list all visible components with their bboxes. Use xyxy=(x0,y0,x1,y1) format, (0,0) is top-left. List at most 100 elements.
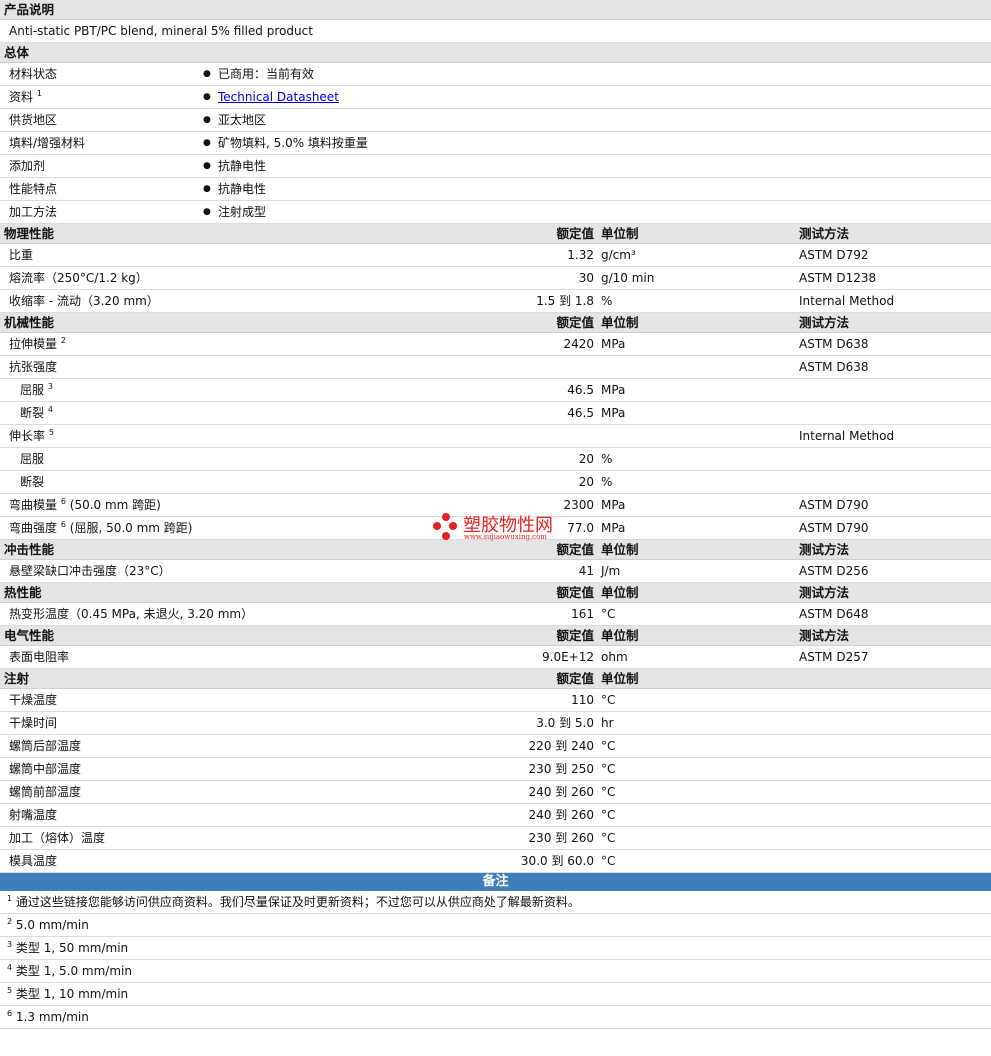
note-item: 5 类型 1, 10 mm/min xyxy=(0,983,991,1006)
test-method: ASTM D256 xyxy=(799,564,869,578)
bullet-icon: ● xyxy=(203,138,211,148)
property-row: 热变形温度（0.45 MPa, 未退火, 3.20 mm） 161 °C ASTM D… xyxy=(0,603,991,626)
property-unit: °C xyxy=(601,762,616,776)
property-label: 射嘴温度 xyxy=(9,804,57,826)
note-number: 6 xyxy=(7,1009,13,1018)
product-description-header: 产品说明 xyxy=(0,0,991,20)
property-unit: °C xyxy=(601,607,616,621)
label-text: 加工（熔体）温度 xyxy=(9,831,106,845)
note-text: 通过这些链接您能够访问供应商资料。我们尽量保证及时更新资料；不过您可以从供应商处… xyxy=(15,895,580,909)
property-row: 干燥温度 110 °C xyxy=(0,689,991,712)
section-header: 热性能 额定值 单位制 测试方法 xyxy=(0,583,991,603)
section-title: 物理性能 xyxy=(4,226,55,241)
property-sections: 物理性能 额定值 单位制 测试方法 比重 1.32 g/cm³ ASTM D792 熔流率（25… xyxy=(0,224,991,873)
test-method: ASTM D638 xyxy=(799,337,869,351)
general-value: 已商用：当前有效 xyxy=(218,67,315,81)
label-text: 性能特点 xyxy=(9,182,58,196)
property-value: 2300 xyxy=(563,498,594,512)
label-text: 弯曲模量 xyxy=(9,498,58,512)
label-text: 射嘴温度 xyxy=(9,808,58,822)
property-value: 20 xyxy=(578,475,594,489)
note-number: 3 xyxy=(7,940,13,949)
test-method: ASTM D790 xyxy=(799,521,869,535)
label-text: 拉伸模量 xyxy=(9,337,58,351)
property-value: 9.0E+12 xyxy=(542,650,594,664)
property-label: 比重 xyxy=(9,244,33,266)
section-title: 注射 xyxy=(4,671,30,686)
watermark-dots-icon xyxy=(433,513,459,543)
note-text: 类型 1, 10 mm/min xyxy=(15,987,129,1001)
general-label: 供货地区 xyxy=(9,109,57,131)
col-header-unit: 单位制 xyxy=(601,585,639,600)
property-unit: g/10 min xyxy=(601,271,655,285)
property-unit: °C xyxy=(601,854,616,868)
note-text: 5.0 mm/min xyxy=(15,918,89,932)
property-value: 230 到 250 xyxy=(528,762,594,776)
general-row: 材料状态 ● 已商用：当前有效 xyxy=(0,63,991,86)
property-value: 46.5 xyxy=(567,383,594,397)
property-row: 表面电阻率 9.0E+12 ohm ASTM D257 xyxy=(0,646,991,669)
property-unit: MPa xyxy=(601,383,626,397)
property-unit: % xyxy=(601,452,613,466)
notes-header: 备注 xyxy=(0,873,991,891)
label-text: 热变形温度（0.45 MPa, 未退火, 3.20 mm） xyxy=(9,607,254,621)
test-method: ASTM D792 xyxy=(799,248,869,262)
label-text: 断裂 xyxy=(20,475,45,489)
col-header-method: 测试方法 xyxy=(799,542,850,557)
note-item: 2 5.0 mm/min xyxy=(0,914,991,937)
property-value: 3.0 到 5.0 xyxy=(536,716,594,730)
property-row: 收缩率 - 流动（3.20 mm） 1.5 到 1.8% Internal Meth… xyxy=(0,290,991,313)
general-label: 填料/增强材料 xyxy=(9,132,85,154)
label-text: 断裂 xyxy=(20,406,45,420)
general-label: 加工方法 xyxy=(9,201,57,223)
label-text: 屈服 xyxy=(20,383,45,397)
label-text: 干燥温度 xyxy=(9,693,58,707)
property-label: 屈服 3 xyxy=(20,379,53,401)
label-text: 添加剂 xyxy=(9,159,46,173)
label-text: 材料状态 xyxy=(9,67,58,81)
general-value: 矿物填料, 5.0% 填料按重量 xyxy=(218,136,368,150)
watermark-url: www.sujiaowuxing.com xyxy=(464,533,547,541)
property-label: 拉伸模量 2 xyxy=(9,333,66,355)
footnote-ref: 6 xyxy=(60,497,66,506)
product-description: Anti-static PBT/PC blend, mineral 5% fil… xyxy=(0,20,991,43)
section-header: 机械性能 额定值 单位制 测试方法 xyxy=(0,313,991,333)
footnote-ref: 5 xyxy=(48,428,54,437)
label-text: 收缩率 - 流动（3.20 mm） xyxy=(9,294,159,308)
property-row: 加工（熔体）温度 230 到 260 °C xyxy=(0,827,991,850)
property-unit: % xyxy=(601,294,613,308)
property-label: 悬壁梁缺口冲击强度（23°C） xyxy=(9,560,171,582)
property-row: 螺筒后部温度 220 到 240 °C xyxy=(0,735,991,758)
property-row: 拉伸模量 2 2420 MPa ASTM D638 xyxy=(0,333,991,356)
property-label: 断裂 xyxy=(20,471,44,493)
general-header: 总体 xyxy=(0,43,991,63)
general-row: 加工方法 ● 注射成型 xyxy=(0,201,991,224)
section-header: 电气性能 额定值 单位制 测试方法 xyxy=(0,626,991,646)
test-method: ASTM D648 xyxy=(799,607,869,621)
general-row: 供货地区 ● 亚太地区 xyxy=(0,109,991,132)
general-row: 填料/增强材料 ● 矿物填料, 5.0% 填料按重量 xyxy=(0,132,991,155)
property-label: 螺筒前部温度 xyxy=(9,781,81,803)
property-row: 断裂 4 46.5 MPa xyxy=(0,402,991,425)
note-number: 1 xyxy=(7,894,13,903)
footnote-ref: 1 xyxy=(36,89,42,98)
property-label: 熔流率（250°C/1.2 kg） xyxy=(9,267,148,289)
datasheet-link[interactable]: Technical Datasheet xyxy=(218,90,339,104)
property-unit: g/cm³ xyxy=(601,248,636,262)
general-value: 抗静电性 xyxy=(218,159,267,173)
note-item: 4 类型 1, 5.0 mm/min xyxy=(0,960,991,983)
section-header: 注射 额定值 单位制 xyxy=(0,669,991,689)
property-unit: hr xyxy=(601,716,614,730)
bullet-icon: ● xyxy=(203,184,211,194)
property-row: 屈服 3 46.5 MPa xyxy=(0,379,991,402)
property-label: 屈服 xyxy=(20,448,44,470)
property-row: 射嘴温度 240 到 260 °C xyxy=(0,804,991,827)
label-text: 螺筒前部温度 xyxy=(9,785,82,799)
section-title: 冲击性能 xyxy=(4,542,55,557)
note-number: 5 xyxy=(7,986,13,995)
label-text: 表面电阻率 xyxy=(9,650,70,664)
property-row: 屈服 20% xyxy=(0,448,991,471)
property-label: 加工（熔体）温度 xyxy=(9,827,105,849)
property-value: 2420 xyxy=(563,337,594,351)
property-value: 1.5 到 1.8 xyxy=(536,294,594,308)
